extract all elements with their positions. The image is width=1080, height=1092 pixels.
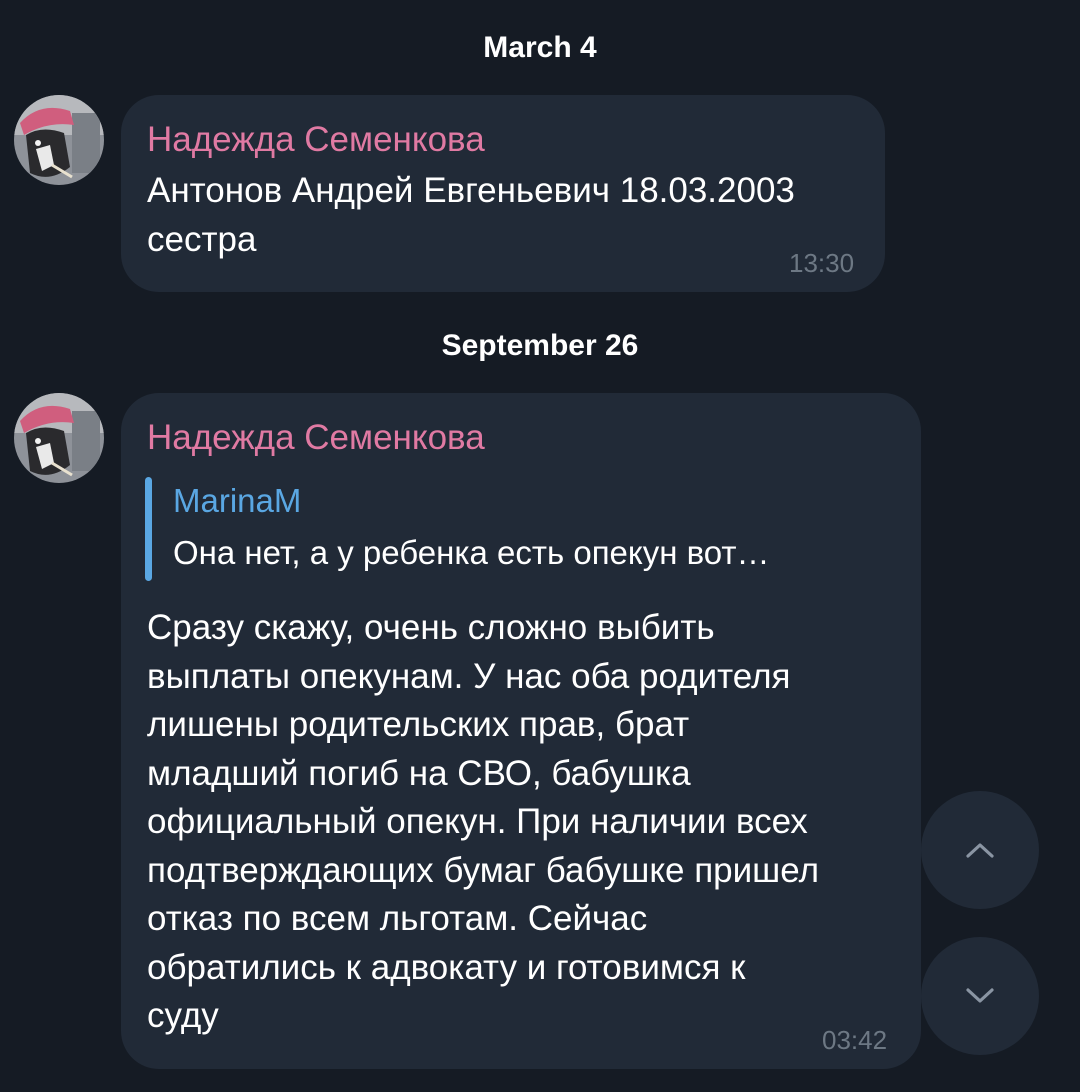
message-line: обратились к адвокату и готовимся к xyxy=(147,947,746,987)
avatar[interactable] xyxy=(14,95,104,185)
scroll-up-button[interactable] xyxy=(921,791,1039,909)
message-time: 03:42 xyxy=(822,1025,888,1055)
scroll-down-button[interactable] xyxy=(921,937,1039,1055)
message-text: Антонов Андрей Евгеньевич 18.03.2003 сес… xyxy=(147,167,795,264)
message-line: суду xyxy=(147,996,219,1035)
message-line: Сразу скажу, очень сложно выбить xyxy=(147,608,715,647)
message-bubble[interactable]: Надежда Семенкова Антонов Андрей Евгенье… xyxy=(121,95,885,292)
message-line: сестра xyxy=(147,219,257,259)
message-bubble[interactable]: Надежда Семенкова MarinaM Она нет, а у р… xyxy=(121,393,921,1069)
message-text: Сразу скажу, очень сложно выбить выплаты… xyxy=(147,604,819,1041)
message-line: отказ по всем льготам. Сейчас xyxy=(147,899,648,938)
message-line: официальный опекун. При наличии всех xyxy=(147,802,808,841)
message-line: младший погиб на СВО, бабушка xyxy=(147,753,691,793)
message-line: Антонов Андрей Евгеньевич 18.03.2003 xyxy=(147,171,795,210)
reply-preview: Она нет, а у ребенка есть опекун вот… xyxy=(173,534,770,571)
avatar[interactable] xyxy=(14,393,104,483)
reply-quote[interactable]: MarinaM Она нет, а у ребенка есть опекун… xyxy=(145,477,865,581)
message-line: подтверждающих бумаг бабушке пришел xyxy=(147,850,819,890)
message-line: выплаты опекунам. У нас оба родителя xyxy=(147,656,791,696)
reply-accent-bar xyxy=(145,477,152,581)
sender-name[interactable]: Надежда Семенкова xyxy=(147,417,485,459)
message-time: 13:30 xyxy=(789,248,855,278)
reply-author: MarinaM xyxy=(173,482,302,519)
chevron-up-icon xyxy=(966,843,994,858)
date-separator: March 4 xyxy=(483,31,597,64)
message-line: лишены родительских прав, брат xyxy=(147,705,690,744)
chevron-down-icon xyxy=(966,988,994,1003)
sender-name[interactable]: Надежда Семенкова xyxy=(147,119,485,161)
date-separator: September 26 xyxy=(441,329,639,362)
